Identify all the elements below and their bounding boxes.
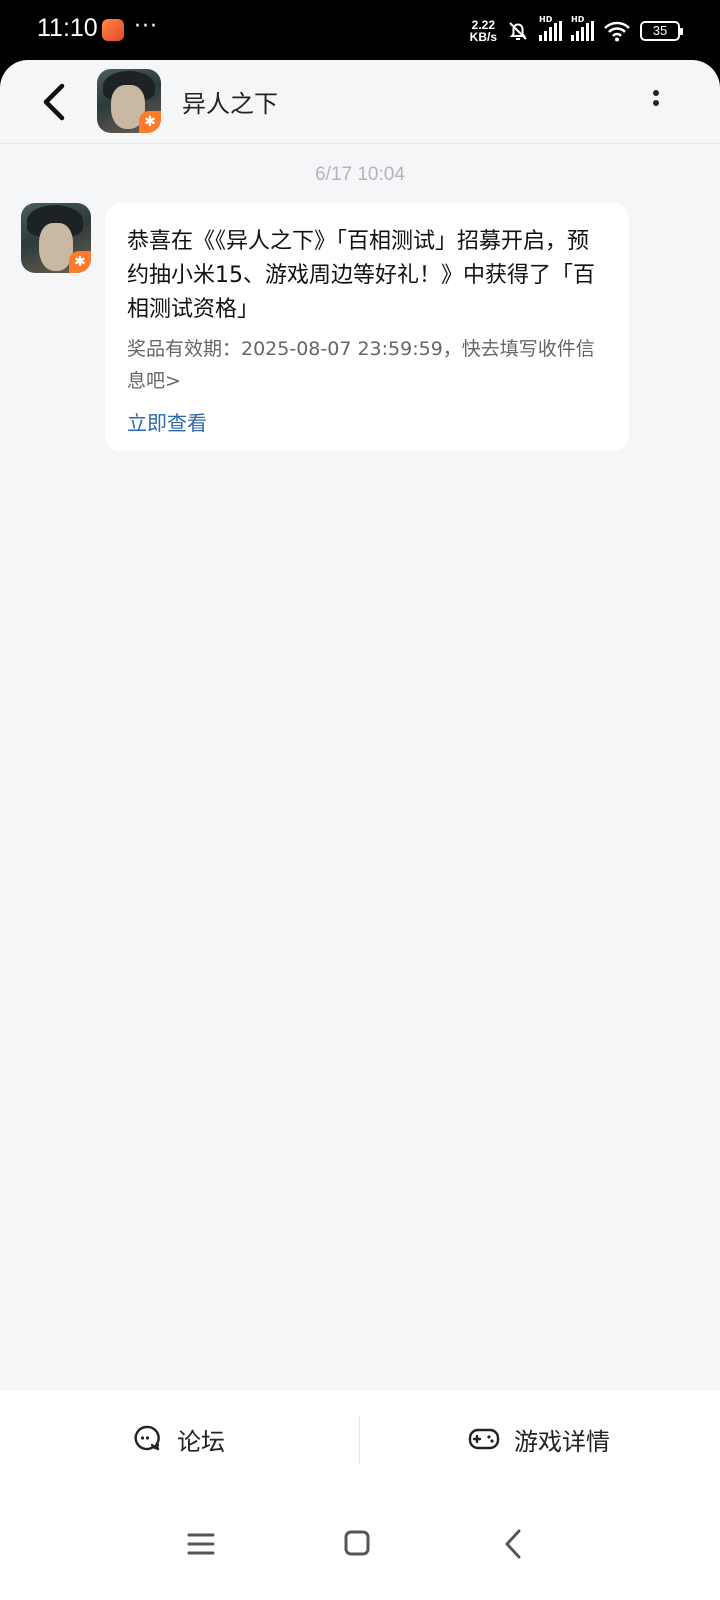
gamepad-icon — [468, 1428, 500, 1450]
recent-apps-icon[interactable] — [181, 1526, 221, 1562]
star-badge-icon: ✱ — [139, 111, 161, 133]
forum-tab-label: 论坛 — [177, 1427, 225, 1456]
tab-divider — [359, 1416, 360, 1464]
more-notifications-indicator: ··· — [134, 14, 158, 39]
network-speed-unit: KB/s — [469, 30, 497, 44]
wifi-icon — [604, 21, 630, 42]
signal-hd-label: HD — [539, 15, 553, 24]
network-speed: 2.22 KB/s — [470, 19, 497, 43]
chat-screen: ✱ 异人之下 6/17 10:04 ✱ 恭喜在《《异人之下》「百相测试」招募开启… — [0, 60, 720, 1600]
signal-strength-2-icon: HD — [571, 15, 594, 41]
back-arrow-icon[interactable] — [36, 80, 76, 124]
battery-icon: 35 — [640, 21, 683, 41]
chat-title: 异人之下 — [182, 90, 278, 118]
status-time: 11:10 — [37, 14, 98, 42]
signal-strength-icon: HD — [539, 15, 562, 41]
more-options-icon[interactable] — [648, 86, 664, 118]
app-notification-icon — [102, 19, 124, 41]
star-badge-icon: ✱ — [69, 251, 91, 273]
signal-hd-label-2: HD — [571, 15, 585, 24]
message-text: 恭喜在《《异人之下》「百相测试」招募开启，预约抽小米15、游戏周边等好礼！》中获… — [127, 229, 595, 322]
view-now-link[interactable]: 立即查看 — [127, 407, 207, 436]
prize-validity-text[interactable]: 奖品有效期：2025-08-07 23:59:59，快去填写收件信息吧> — [127, 333, 607, 397]
forum-tab[interactable]: 论坛 — [133, 1390, 225, 1488]
message-timestamp: 6/17 10:04 — [315, 164, 405, 185]
game-details-tab[interactable]: 游戏详情 — [468, 1390, 610, 1488]
game-details-tab-label: 游戏详情 — [514, 1427, 610, 1456]
chat-header: ✱ 异人之下 — [0, 60, 720, 144]
home-icon[interactable] — [337, 1526, 377, 1562]
nav-back-icon[interactable] — [495, 1526, 535, 1562]
bottom-action-bar: 论坛 游戏详情 — [0, 1390, 720, 1488]
silent-bell-icon — [509, 22, 527, 40]
game-avatar-icon[interactable]: ✱ — [97, 69, 161, 133]
status-icons: 2.22 KB/s HD HD 35 — [470, 15, 683, 46]
sender-avatar-icon[interactable]: ✱ — [21, 203, 91, 273]
message-bubble[interactable]: 恭喜在《《异人之下》「百相测试」招募开启，预约抽小米15、游戏周边等好礼！》中获… — [105, 203, 629, 451]
system-navigation-bar — [0, 1488, 720, 1600]
forum-chat-icon — [134, 1425, 160, 1451]
status-bar: 11:10 ··· 2.22 KB/s HD HD 35 — [0, 0, 720, 60]
